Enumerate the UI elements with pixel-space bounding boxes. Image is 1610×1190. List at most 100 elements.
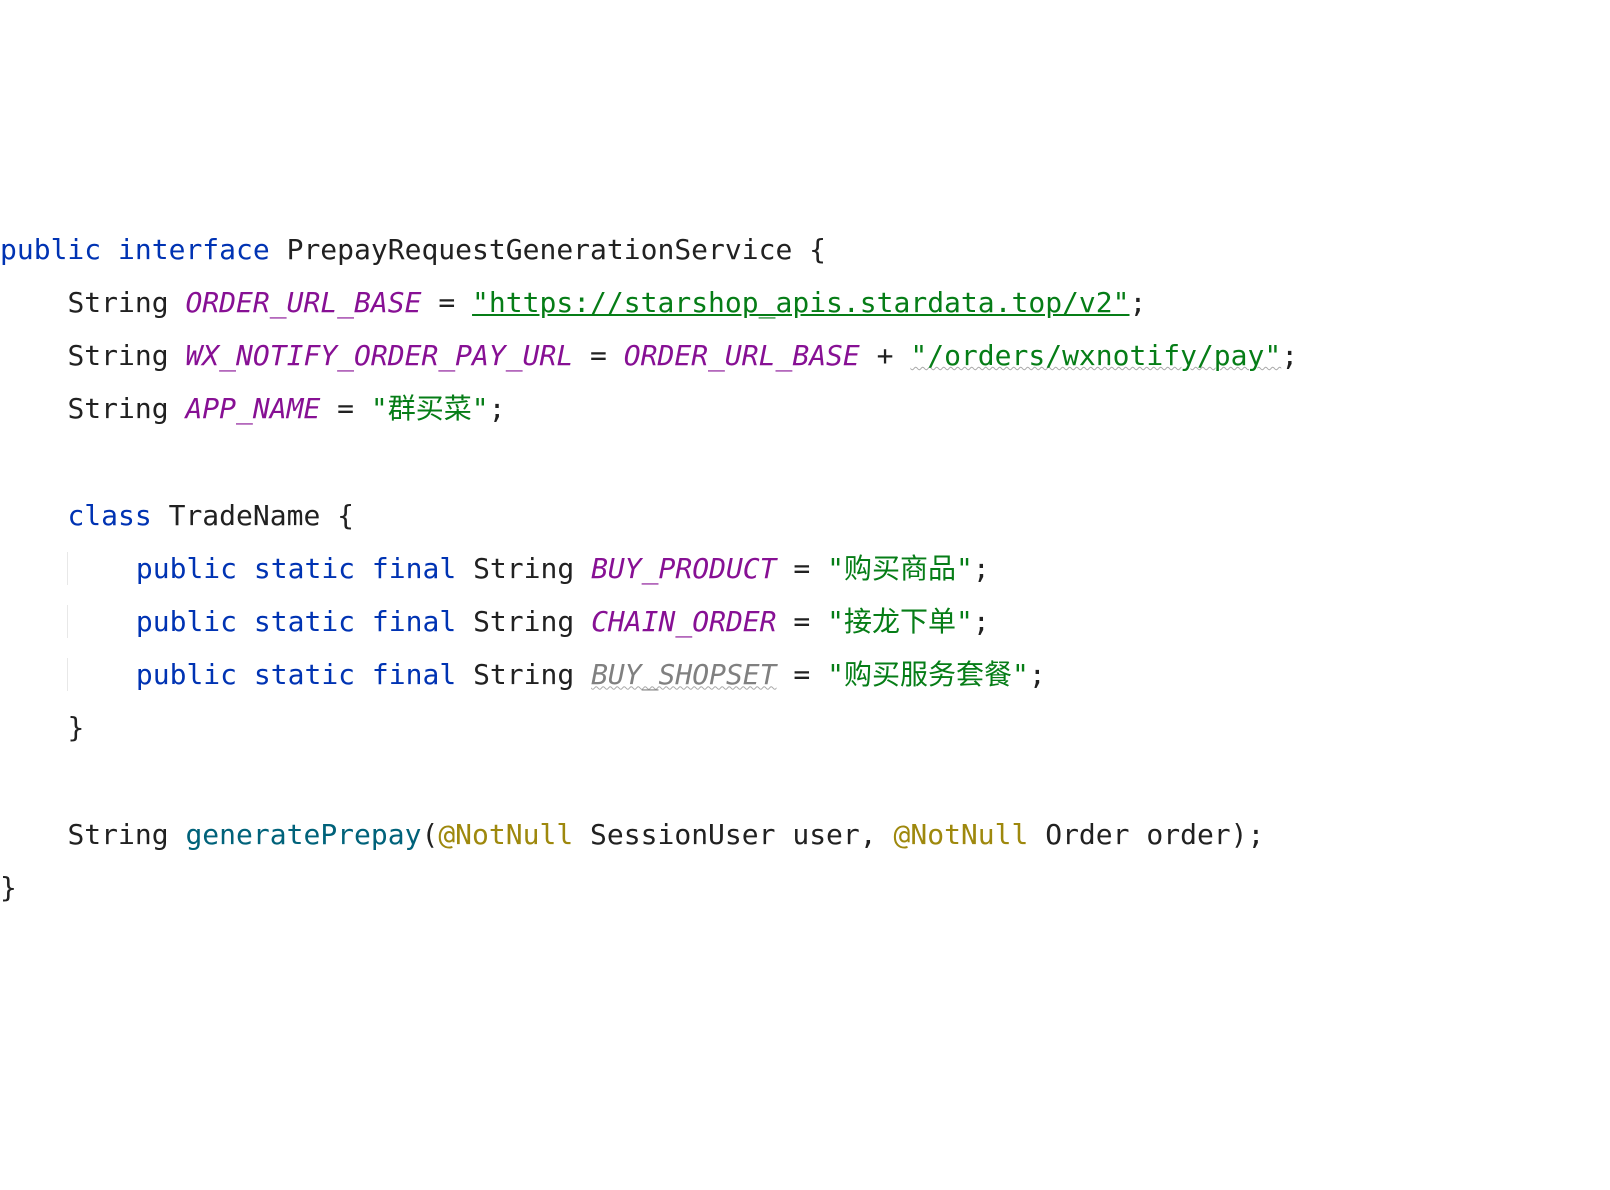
type-string: String <box>67 392 168 425</box>
keyword-public: public <box>136 552 237 585</box>
space <box>169 818 186 851</box>
space <box>355 658 372 691</box>
space <box>574 605 591 638</box>
semicolon: ; <box>489 392 506 425</box>
equals: = <box>777 658 828 691</box>
code-line: String WX_NOTIFY_ORDER_PAY_URL = ORDER_U… <box>0 339 1298 372</box>
space <box>456 658 473 691</box>
brace-close: } <box>0 871 17 904</box>
code-line: String ORDER_URL_BASE = "https://starsho… <box>0 286 1146 319</box>
type-string: String <box>473 605 574 638</box>
space <box>574 658 591 691</box>
string-literal: "接龙下单" <box>827 605 973 638</box>
string-warn: "/orders/wxnotify/pay" <box>910 339 1281 372</box>
method-name: generatePrepay <box>185 818 421 851</box>
code-line: } <box>0 871 17 904</box>
param-order: order <box>1146 818 1230 851</box>
equals: = <box>573 339 624 372</box>
type-string: String <box>473 552 574 585</box>
keyword-public: public <box>136 605 237 638</box>
code-line: public static final String BUY_PRODUCT =… <box>0 552 990 585</box>
code-editor[interactable]: public interface PrepayRequestGeneration… <box>0 223 1610 914</box>
code-line: public static final String CHAIN_ORDER =… <box>0 605 990 638</box>
brace-close: } <box>67 711 84 744</box>
equals: = <box>777 552 828 585</box>
equals: = <box>777 605 828 638</box>
indent-guide: public static final String BUY_PRODUCT =… <box>67 552 989 585</box>
string-literal: "购买商品" <box>827 552 973 585</box>
space <box>1028 818 1045 851</box>
space <box>775 818 792 851</box>
field-buy-product: BUY_PRODUCT <box>591 552 776 585</box>
space <box>169 392 186 425</box>
space <box>237 605 254 638</box>
keyword-final: final <box>372 605 456 638</box>
space <box>456 552 473 585</box>
field-wx-notify: WX_NOTIFY_ORDER_PAY_URL <box>185 339 573 372</box>
space <box>152 499 169 532</box>
semicolon: ; <box>1130 286 1147 319</box>
field-ref-order-url-base: ORDER_URL_BASE <box>624 339 860 372</box>
keyword-public: public <box>0 233 101 266</box>
keyword-interface: interface <box>118 233 270 266</box>
space <box>573 818 590 851</box>
keyword-final: final <box>372 552 456 585</box>
type-order: Order <box>1045 818 1129 851</box>
indent-guide: public static final String BUY_SHOPSET =… <box>67 658 1045 691</box>
paren-open: ( <box>421 818 438 851</box>
keyword-final: final <box>372 658 456 691</box>
keyword-class: class <box>67 499 151 532</box>
brace-open: { <box>320 499 354 532</box>
code-line: class TradeName { <box>0 499 354 532</box>
code-line: String generatePrepay(@NotNull SessionUs… <box>0 818 1264 851</box>
space <box>1130 818 1147 851</box>
string-url: "https://starshop_apis.stardata.top/v2" <box>472 286 1129 319</box>
annotation-notnull: @NotNull <box>438 818 573 851</box>
space <box>101 233 118 266</box>
code-line: String APP_NAME = "群买菜"; <box>0 392 505 425</box>
param-user: user <box>792 818 859 851</box>
semicolon: ; <box>973 552 990 585</box>
space <box>237 552 254 585</box>
field-order-url-base: ORDER_URL_BASE <box>185 286 421 319</box>
class-name: TradeName <box>169 499 321 532</box>
field-chain-order: CHAIN_ORDER <box>591 605 776 638</box>
space <box>355 605 372 638</box>
field-app-name: APP_NAME <box>185 392 320 425</box>
equals: = <box>320 392 371 425</box>
type-string: String <box>67 339 168 372</box>
field-buy-shopset: BUY_SHOPSET <box>591 658 776 691</box>
type-string: String <box>473 658 574 691</box>
indent-guide: public static final String CHAIN_ORDER =… <box>67 605 989 638</box>
type-string: String <box>67 818 168 851</box>
space <box>237 658 254 691</box>
type-sessionuser: SessionUser <box>590 818 775 851</box>
string-literal: "群买菜" <box>371 392 489 425</box>
annotation-notnull: @NotNull <box>894 818 1029 851</box>
keyword-public: public <box>136 658 237 691</box>
space <box>169 286 186 319</box>
paren-close: ) <box>1231 818 1248 851</box>
semicolon: ; <box>1281 339 1298 372</box>
comma: , <box>860 818 894 851</box>
space <box>270 233 287 266</box>
code-line-blank <box>0 765 17 798</box>
keyword-static: static <box>254 552 355 585</box>
keyword-static: static <box>254 605 355 638</box>
plus: + <box>860 339 911 372</box>
code-line: public static final String BUY_SHOPSET =… <box>0 658 1046 691</box>
equals: = <box>421 286 472 319</box>
string-literal: "/orders/wxnotify/pay" <box>910 339 1281 372</box>
semicolon: ; <box>973 605 990 638</box>
string-literal: "购买服务套餐" <box>827 658 1029 691</box>
keyword-static: static <box>254 658 355 691</box>
space <box>355 552 372 585</box>
semicolon: ; <box>1248 818 1265 851</box>
space <box>574 552 591 585</box>
space <box>456 605 473 638</box>
code-line-blank <box>0 446 17 479</box>
semicolon: ; <box>1029 658 1046 691</box>
interface-name: PrepayRequestGenerationService <box>287 233 793 266</box>
code-line: } <box>0 711 84 744</box>
brace-open: { <box>792 233 826 266</box>
